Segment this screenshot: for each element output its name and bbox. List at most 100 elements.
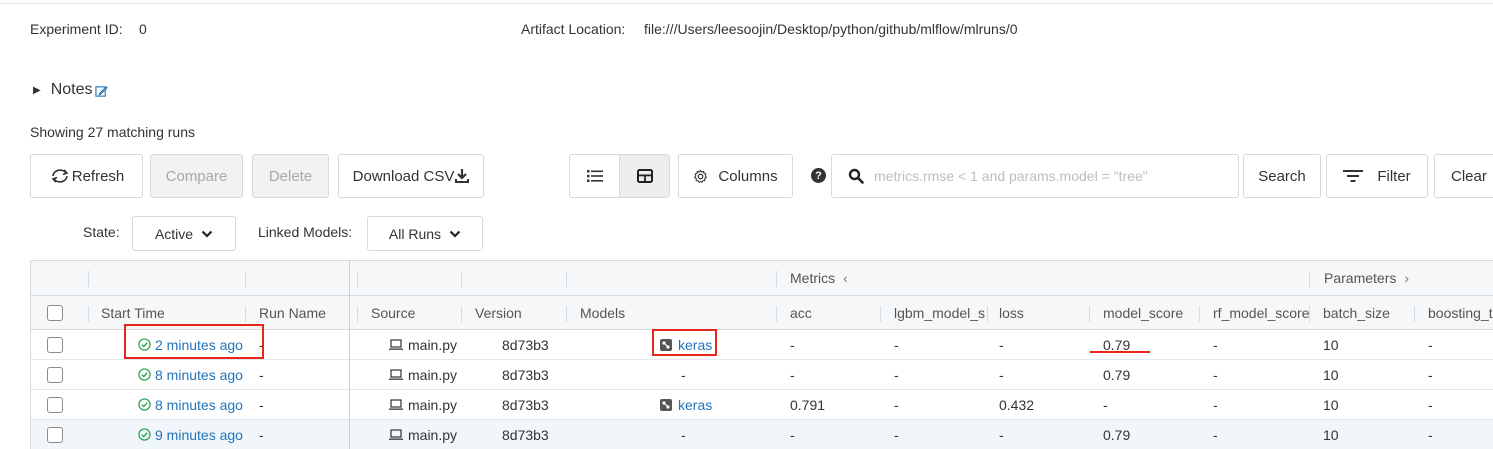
acc-cell: - xyxy=(790,336,795,353)
source-link[interactable]: main.py xyxy=(389,360,457,389)
refresh-icon xyxy=(51,169,69,183)
search-icon xyxy=(848,168,864,184)
help-icon[interactable]: ? xyxy=(811,168,826,183)
model-score-cell: 0.79 xyxy=(1103,366,1131,383)
model-link[interactable]: keras xyxy=(659,390,712,419)
start-time-link[interactable]: 9 minutes ago xyxy=(138,420,243,449)
table-view-button[interactable] xyxy=(619,155,669,197)
col-models[interactable]: Models xyxy=(580,296,625,329)
filter-button[interactable]: Filter xyxy=(1326,154,1428,198)
check-circle-icon xyxy=(138,428,151,441)
pinned-columns-divider xyxy=(349,261,350,449)
state-dropdown[interactable]: Active xyxy=(132,216,236,251)
chevron-right-icon: › xyxy=(1404,270,1410,286)
boosting-cell: - xyxy=(1428,396,1433,413)
start-time-link[interactable]: 8 minutes ago xyxy=(138,390,243,419)
row-checkbox[interactable] xyxy=(47,360,63,389)
acc-cell: - xyxy=(790,426,795,443)
model-score-cell: 0.79 xyxy=(1103,336,1131,353)
notes-label: Notes xyxy=(50,81,93,98)
models-cell: - xyxy=(681,366,686,383)
lgbm-cell: - xyxy=(894,366,899,383)
metrics-group-header[interactable]: Metrics ‹ xyxy=(790,261,848,295)
boosting-cell: - xyxy=(1428,366,1433,383)
col-model-score[interactable]: model_score xyxy=(1103,296,1183,329)
caret-right-icon: ▶ xyxy=(33,84,41,96)
batch-size-cell: 10 xyxy=(1323,396,1339,413)
matching-runs-count: Showing 27 matching runs xyxy=(30,124,195,140)
list-icon xyxy=(586,170,603,182)
table-row[interactable]: 9 minutes ago - main.py 8d73b3 - - - - 0… xyxy=(31,420,1493,449)
col-boosting-type[interactable]: boosting_t xyxy=(1428,296,1493,329)
run-name-cell: - xyxy=(259,366,264,383)
source-link[interactable]: main.py xyxy=(389,390,457,419)
gear-icon xyxy=(694,169,708,183)
col-source[interactable]: Source xyxy=(371,296,415,329)
experiment-id-label: Experiment ID: xyxy=(30,21,123,37)
loss-cell: - xyxy=(999,366,1004,383)
chevron-down-icon xyxy=(449,230,461,238)
acc-cell: - xyxy=(790,366,795,383)
notes-toggle[interactable]: ▶ Notes xyxy=(33,80,108,100)
state-label: State: xyxy=(83,224,120,240)
start-time-link[interactable]: 8 minutes ago xyxy=(138,360,243,389)
version-cell: 8d73b3 xyxy=(502,426,549,443)
download-icon xyxy=(455,169,470,183)
col-acc[interactable]: acc xyxy=(790,296,812,329)
col-batch-size[interactable]: batch_size xyxy=(1323,296,1390,329)
batch-size-cell: 10 xyxy=(1323,366,1339,383)
chevron-down-icon xyxy=(201,230,213,238)
col-loss[interactable]: loss xyxy=(999,296,1024,329)
rf-model-score-cell: - xyxy=(1213,426,1218,443)
header-divider xyxy=(0,0,1493,4)
col-rf-model-score[interactable]: rf_model_score xyxy=(1213,296,1309,329)
chevron-left-icon: ‹ xyxy=(843,270,848,286)
loss-cell: - xyxy=(999,426,1004,443)
filter-icon xyxy=(1343,170,1364,182)
run-name-cell: - xyxy=(259,426,264,443)
search-input[interactable] xyxy=(874,168,1224,184)
rf-model-score-cell: - xyxy=(1213,366,1218,383)
boosting-cell: - xyxy=(1428,426,1433,443)
download-csv-button[interactable]: Download CSV xyxy=(338,154,484,198)
col-lgbm-model-score[interactable]: lgbm_model_s xyxy=(894,296,986,329)
source-link[interactable]: main.py xyxy=(389,420,457,449)
clear-button[interactable]: Clear xyxy=(1434,154,1493,198)
lgbm-cell: - xyxy=(894,396,899,413)
row-checkbox[interactable] xyxy=(47,330,63,359)
loss-cell: 0.432 xyxy=(999,396,1035,413)
laptop-icon xyxy=(389,428,403,440)
edit-icon[interactable] xyxy=(94,85,108,98)
table-row[interactable]: 8 minutes ago - main.py 8d73b3 keras 0.7… xyxy=(31,390,1493,420)
models-cell: - xyxy=(681,426,686,443)
annotation-box-start-time xyxy=(124,324,264,359)
experiment-info: Experiment ID: 0 Artifact Location: file… xyxy=(30,21,1470,41)
annotation-box-model xyxy=(652,329,717,356)
select-all-checkbox[interactable] xyxy=(47,296,63,329)
source-link[interactable]: main.py xyxy=(389,330,457,359)
list-view-button[interactable] xyxy=(570,155,619,197)
col-version[interactable]: Version xyxy=(475,296,522,329)
table-row[interactable]: 8 minutes ago - main.py 8d73b3 - - - - 0… xyxy=(31,360,1493,390)
linked-models-label: Linked Models: xyxy=(258,224,353,240)
search-button[interactable]: Search xyxy=(1243,154,1321,198)
version-cell: 8d73b3 xyxy=(502,366,549,383)
refresh-button[interactable]: Refresh xyxy=(30,154,143,198)
parameters-group-header[interactable]: Parameters › xyxy=(1324,261,1409,295)
check-circle-icon xyxy=(138,368,151,381)
row-checkbox[interactable] xyxy=(47,420,63,449)
col-run-name[interactable]: Run Name xyxy=(259,296,326,329)
laptop-icon xyxy=(389,368,403,380)
row-checkbox[interactable] xyxy=(47,390,63,419)
acc-cell: 0.791 xyxy=(790,396,826,413)
linked-models-dropdown[interactable]: All Runs xyxy=(367,216,483,251)
boosting-cell: - xyxy=(1428,336,1433,353)
experiment-id-value: 0 xyxy=(139,21,147,37)
columns-button[interactable]: Columns xyxy=(678,154,793,198)
model-score-cell: - xyxy=(1103,396,1108,413)
table-icon xyxy=(636,169,653,183)
view-toggle xyxy=(569,154,670,198)
compare-button[interactable]: Compare xyxy=(150,154,243,198)
delete-button[interactable]: Delete xyxy=(252,154,329,198)
annotation-underline-model-score xyxy=(1090,351,1150,353)
